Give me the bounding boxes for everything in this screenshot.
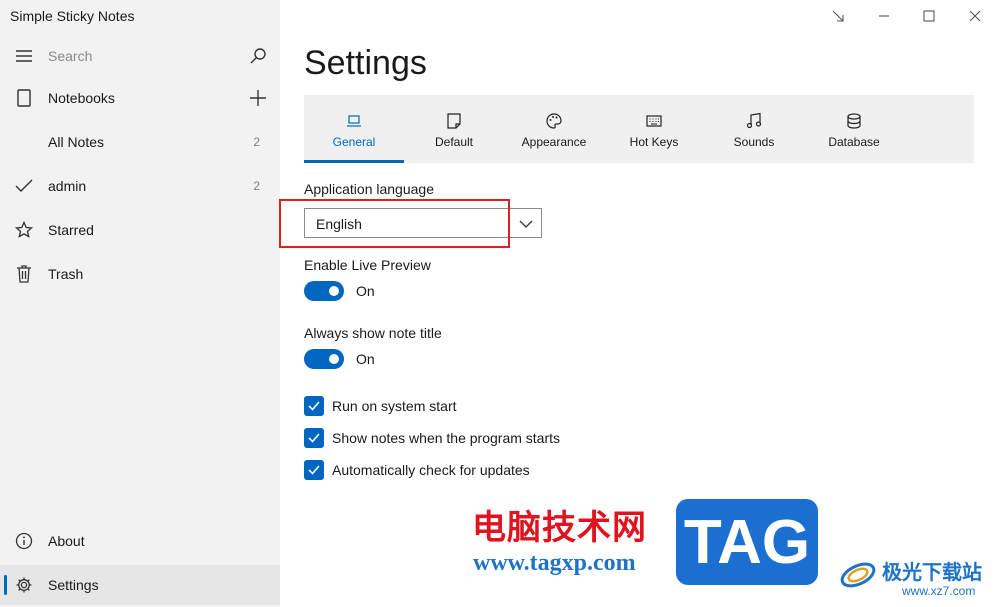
watermark-text-2: 极光下载站 <box>882 560 982 584</box>
laptop-icon <box>346 113 362 129</box>
tab-label: Appearance <box>521 135 587 149</box>
search-input[interactable]: Search <box>48 48 92 64</box>
watermark-text: 电脑技术网 <box>472 508 647 548</box>
toggle-knob <box>329 354 339 364</box>
tab-label: General <box>332 135 376 149</box>
show-notes-on-start-label: Show notes when the program starts <box>332 430 561 446</box>
sidebar-item-label: Settings <box>48 577 99 593</box>
tab-label: Hot Keys <box>629 135 679 149</box>
sidebar-item-starred[interactable]: Starred <box>0 210 280 250</box>
run-on-start-checkbox[interactable] <box>304 396 324 416</box>
sidebar-item-all-notes[interactable]: All Notes 2 <box>0 122 280 162</box>
sidebar-item-notebooks[interactable]: Notebooks <box>0 78 280 118</box>
note-count: 2 <box>253 135 260 149</box>
tab-database[interactable]: Database <box>804 95 904 163</box>
tab-label: Default <box>434 135 474 149</box>
sidebar-item-label: admin <box>48 178 87 194</box>
sidebar: Simple Sticky Notes Search Notebooks All… <box>0 0 280 607</box>
sidebar-item-admin[interactable]: admin 2 <box>0 166 280 206</box>
sidebar-item-label: Notebooks <box>48 90 115 106</box>
run-on-start-label: Run on system start <box>332 398 457 414</box>
watermark-tag-logo: TAG <box>676 499 818 585</box>
note-title-state: On <box>356 351 375 367</box>
tab-sounds[interactable]: Sounds <box>704 95 804 163</box>
checkmark-icon <box>14 176 34 196</box>
tab-default[interactable]: Default <box>404 95 504 163</box>
search-icon[interactable] <box>248 46 268 66</box>
search-row[interactable]: Search <box>0 36 280 76</box>
language-label: Application language <box>304 181 434 197</box>
add-notebook-plus-icon[interactable] <box>248 88 268 108</box>
page-title: Settings <box>304 44 427 82</box>
maximize-button[interactable] <box>917 4 941 28</box>
show-notes-on-start-checkbox[interactable] <box>304 428 324 448</box>
check-updates-label: Automatically check for updates <box>332 462 530 478</box>
active-tab-indicator <box>304 160 404 163</box>
trash-icon <box>14 264 34 284</box>
info-icon <box>14 531 34 551</box>
annotation-highlight-box <box>279 199 510 248</box>
note-icon <box>446 113 462 129</box>
note-title-toggle[interactable] <box>304 349 344 369</box>
watermark-aurora-logo-icon <box>838 553 878 593</box>
sidebar-item-label: Trash <box>48 266 84 282</box>
settings-tab-bar: General Default Appearance Hot Keys Soun… <box>304 95 974 163</box>
sidebar-item-trash[interactable]: Trash <box>0 254 280 294</box>
selection-indicator <box>4 575 7 595</box>
chevron-down-icon[interactable] <box>517 215 535 233</box>
minimize-button[interactable] <box>872 4 896 28</box>
live-preview-state: On <box>356 283 375 299</box>
sidebar-item-about[interactable]: About <box>0 521 280 561</box>
app-title: Simple Sticky Notes <box>10 8 135 24</box>
toggle-knob <box>329 286 339 296</box>
close-button[interactable] <box>963 4 987 28</box>
note-count: 2 <box>253 179 260 193</box>
hamburger-icon[interactable] <box>14 46 34 66</box>
watermark-tag-text: TAG <box>683 507 811 577</box>
music-icon <box>746 113 762 129</box>
watermark-url-2: www.xz7.com <box>902 584 976 598</box>
sidebar-item-settings[interactable]: Settings <box>0 565 280 605</box>
tab-label: Database <box>828 135 880 149</box>
live-preview-toggle[interactable] <box>304 281 344 301</box>
database-icon <box>846 113 862 129</box>
gear-icon <box>14 575 34 595</box>
tab-label: Sounds <box>733 135 775 149</box>
palette-icon <box>546 113 562 129</box>
note-title-label: Always show note title <box>304 325 442 341</box>
sidebar-item-label: All Notes <box>48 134 105 150</box>
tab-general[interactable]: General <box>304 95 404 163</box>
keyboard-icon <box>646 113 662 129</box>
notebook-icon <box>14 88 34 108</box>
watermark-url: www.tagxp.com <box>473 550 636 576</box>
tab-hot-keys[interactable]: Hot Keys <box>604 95 704 163</box>
sidebar-item-label: Starred <box>48 222 94 238</box>
star-icon <box>14 220 34 240</box>
check-updates-checkbox[interactable] <box>304 460 324 480</box>
collapse-window-button[interactable] <box>826 4 850 28</box>
sidebar-item-label: About <box>48 533 85 549</box>
live-preview-label: Enable Live Preview <box>304 257 431 273</box>
tab-appearance[interactable]: Appearance <box>504 95 604 163</box>
